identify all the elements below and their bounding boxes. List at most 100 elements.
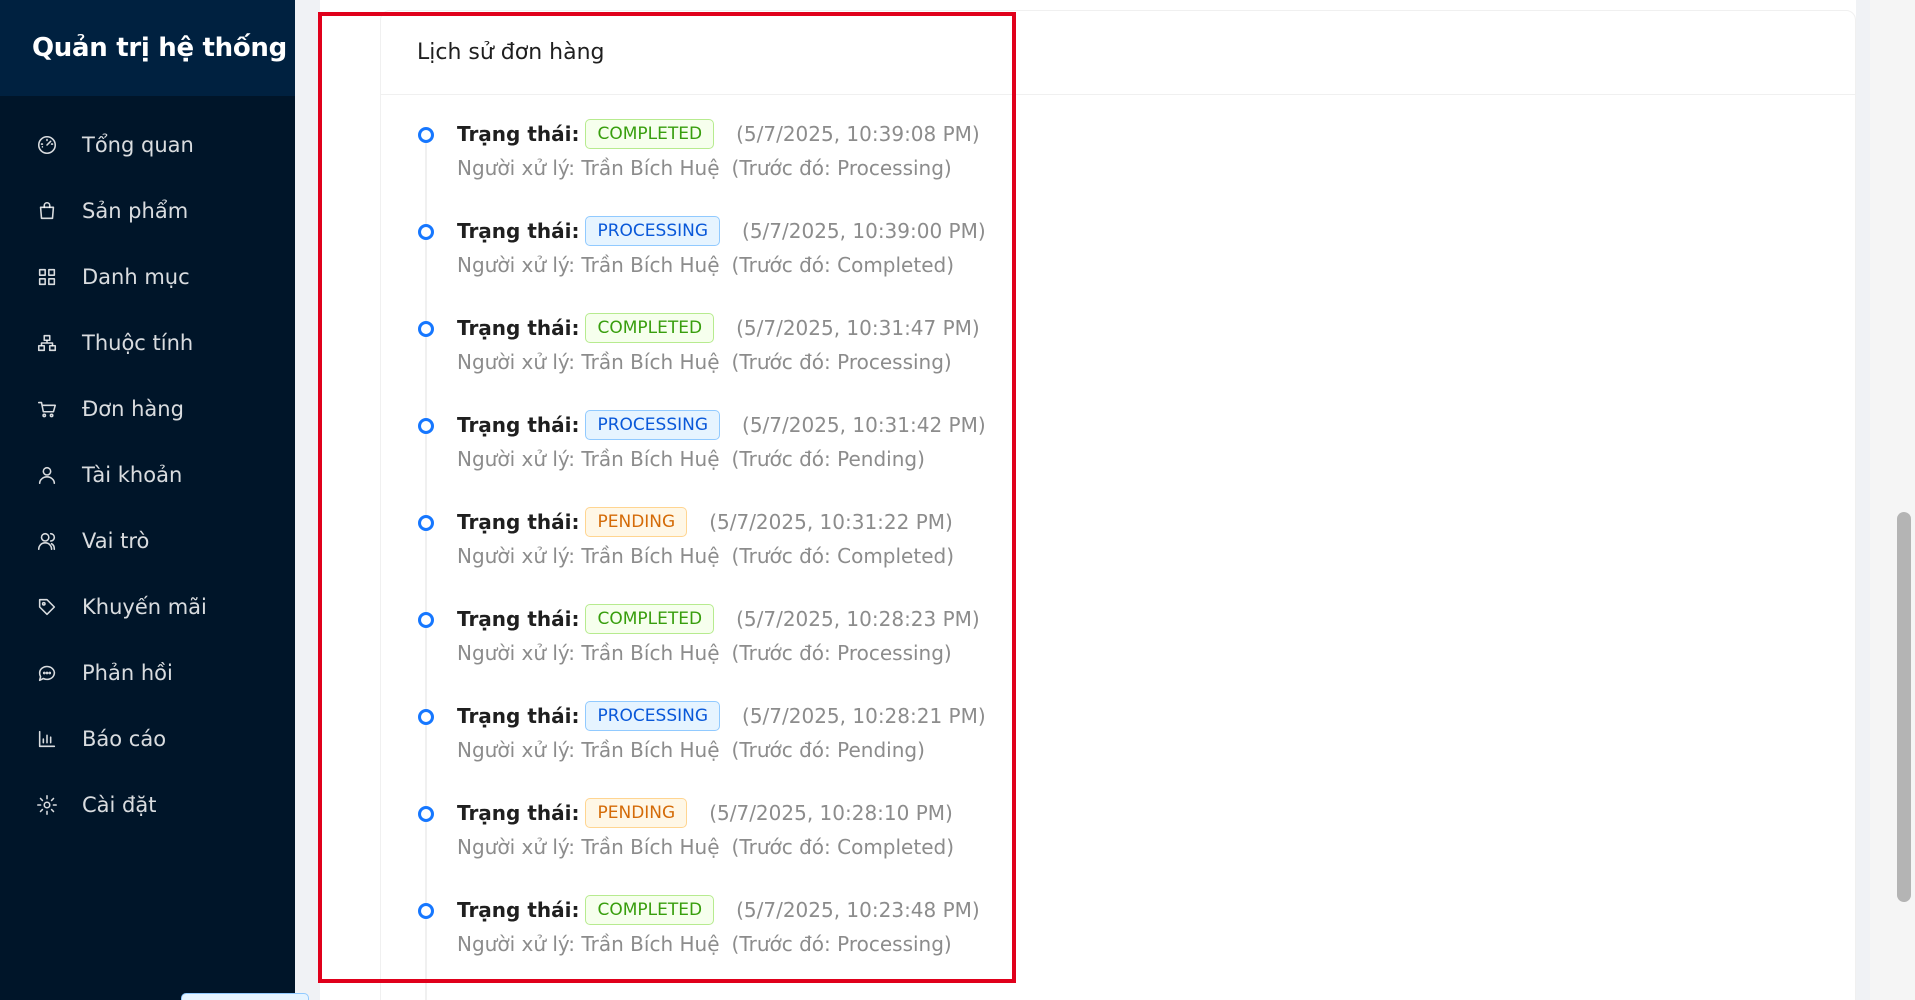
status-row: Trạng thái: PROCESSING (5/7/2025, 10:39:00… <box>457 214 986 248</box>
timeline-item: Trạng thái: COMPLETED (5/7/2025, 10:23:48 … <box>417 893 986 990</box>
handler-row: Người xử lý: Trần Bích Huệ (Trước đó: Com… <box>457 248 986 282</box>
previous-status: (Trước đó: Processing) <box>731 156 952 180</box>
sidebar-item-label: Tổng quan <box>82 133 194 157</box>
sidebar-item-label: Cài đặt <box>82 793 157 817</box>
previous-label: Trước đó: <box>739 932 831 956</box>
timeline-item: Trạng thái: PROCESSING (5/7/2025, 10:28:21… <box>417 699 986 796</box>
previous-label: Trước đó: <box>739 641 831 665</box>
sidebar-item[interactable]: Báo cáo <box>0 706 295 772</box>
previous-status: (Trước đó: Processing) <box>731 350 952 374</box>
status-tag: COMPLETED <box>585 313 715 343</box>
handler-label: Người xử lý: <box>457 156 576 180</box>
previous-value: Completed <box>837 544 947 568</box>
status-timestamp: (5/7/2025, 10:31:42 PM) <box>742 413 986 437</box>
handler-row: Người xử lý: Trần Bích Huệ (Trước đó: Pro… <box>457 345 986 379</box>
handler-row: Người xử lý: Trần Bích Huệ (Trước đó: Pro… <box>457 927 986 961</box>
status-label: Trạng thái: <box>457 413 580 437</box>
handler-name: Trần Bích Huệ <box>581 544 720 568</box>
sidebar: Quản trị hệ thống Tổng quan Sản phẩm Danh … <box>0 0 295 1000</box>
cart-icon <box>36 398 58 420</box>
scrollbar-thumb[interactable] <box>1897 512 1911 902</box>
status-timestamp: (5/7/2025, 10:31:22 PM) <box>709 510 953 534</box>
card-header: Lịch sử đơn hàng <box>381 11 1855 95</box>
status-row: Trạng thái: PENDING (5/7/2025, 10:31:22 PM… <box>457 505 986 539</box>
status-label: Trạng thái: <box>457 219 580 243</box>
sidebar-item[interactable]: Tổng quan <box>0 112 295 178</box>
handler-label: Người xử lý: <box>457 641 576 665</box>
sidebar-item[interactable]: Đơn hàng <box>0 376 295 442</box>
status-timestamp: (5/7/2025, 10:23:48 PM) <box>736 898 980 922</box>
previous-value: Processing <box>837 641 944 665</box>
status-timestamp: (5/7/2025, 10:31:47 PM) <box>736 316 980 340</box>
sidebar-item[interactable]: Thuộc tính <box>0 310 295 376</box>
status-row: Trạng thái: PENDING (5/7/2025, 10:28:10 PM… <box>457 796 986 830</box>
main-content: Lịch sử đơn hàng Trạng thái: COMPLETED (5/… <box>295 0 1870 1000</box>
dashboard-icon <box>36 134 58 156</box>
handler-row: Người xử lý: Trần Bích Huệ (Trước đó: Com… <box>457 539 986 573</box>
handler-row: Người xử lý: Trần Bích Huệ (Trước đó: Pro… <box>457 636 986 670</box>
previous-label: Trước đó: <box>739 738 831 762</box>
previous-label: Trước đó: <box>739 253 831 277</box>
handler-label: Người xử lý: <box>457 350 576 374</box>
timeline-dot <box>418 515 434 531</box>
timeline-item: Trạng thái: COMPLETED (5/7/2025, 10:31:47 … <box>417 311 986 408</box>
timeline-item: Trạng thái: PROCESSING (5/7/2025, 10:31:42… <box>417 408 986 505</box>
previous-label: Trước đó: <box>739 544 831 568</box>
status-row: Trạng thái: PROCESSING (5/7/2025, 10:31:42… <box>457 408 986 442</box>
previous-value: Completed <box>837 835 947 859</box>
previous-value: Processing <box>837 156 944 180</box>
handler-name: Trần Bích Huệ <box>581 641 720 665</box>
grid-icon <box>36 266 58 288</box>
sidebar-item-label: Đơn hàng <box>82 397 184 421</box>
sidebar-item-label: Thuộc tính <box>82 331 194 355</box>
bar-chart-icon <box>36 728 58 750</box>
page-scrollbar[interactable] <box>1870 0 1915 1000</box>
previous-label: Trước đó: <box>739 447 831 471</box>
timeline-dot <box>418 806 434 822</box>
sidebar-item-label: Khuyến mãi <box>82 595 207 619</box>
status-timestamp: (5/7/2025, 10:28:21 PM) <box>742 704 986 728</box>
previous-label: Trước đó: <box>739 350 831 374</box>
handler-row: Người xử lý: Trần Bích Huệ (Trước đó: Com… <box>457 830 986 864</box>
status-tag: PENDING <box>585 507 688 537</box>
tag-icon <box>36 596 58 618</box>
sidebar-item[interactable]: Khuyến mãi <box>0 574 295 640</box>
status-tag: COMPLETED <box>585 604 715 634</box>
app-title: Quản trị hệ thống <box>32 33 287 63</box>
handler-label: Người xử lý: <box>457 447 576 471</box>
status-timestamp: (5/7/2025, 10:39:00 PM) <box>742 219 986 243</box>
handler-name: Trần Bích Huệ <box>581 447 720 471</box>
previous-value: Processing <box>837 932 944 956</box>
previous-status: (Trước đó: Processing) <box>731 641 952 665</box>
sidebar-item[interactable]: Vai trò <box>0 508 295 574</box>
status-label: Trạng thái: <box>457 607 580 631</box>
handler-name: Trần Bích Huệ <box>581 738 720 762</box>
status-label: Trạng thái: <box>457 898 580 922</box>
sidebar-item[interactable]: Danh mục <box>0 244 295 310</box>
sidebar-item-label: Sản phẩm <box>82 199 189 223</box>
status-timestamp: (5/7/2025, 10:28:23 PM) <box>736 607 980 631</box>
sidebar-item[interactable]: Sản phẩm <box>0 178 295 244</box>
previous-status: (Trước đó: Pending) <box>731 738 925 762</box>
previous-status: (Trước đó: Processing) <box>731 932 952 956</box>
timeline-item: Trạng thái: COMPLETED (5/7/2025, 10:39:08 … <box>417 117 986 214</box>
status-tag: COMPLETED <box>585 119 715 149</box>
handler-name: Trần Bích Huệ <box>581 156 720 180</box>
sidebar-item[interactable]: Phản hồi <box>0 640 295 706</box>
handler-name: Trần Bích Huệ <box>581 350 720 374</box>
previous-value: Completed <box>837 253 947 277</box>
sidebar-item-label: Phản hồi <box>82 661 173 685</box>
status-label: Trạng thái: <box>457 704 580 728</box>
sidebar-item[interactable]: Cài đặt <box>0 772 295 838</box>
status-label: Trạng thái: <box>457 510 580 534</box>
sidebar-item-label: Vai trò <box>82 529 150 553</box>
previous-value: Pending <box>837 447 918 471</box>
timeline-item: Trạng thái: PENDING (5/7/2025, 10:31:22 PM… <box>417 505 986 602</box>
handler-label: Người xử lý: <box>457 738 576 762</box>
sidebar-item[interactable]: Tài khoản <box>0 442 295 508</box>
comment-icon <box>36 662 58 684</box>
previous-value: Processing <box>837 350 944 374</box>
content-panel: Lịch sử đơn hàng Trạng thái: COMPLETED (5/… <box>320 0 1856 1000</box>
previous-value: Pending <box>837 738 918 762</box>
previous-label: Trước đó: <box>739 156 831 180</box>
